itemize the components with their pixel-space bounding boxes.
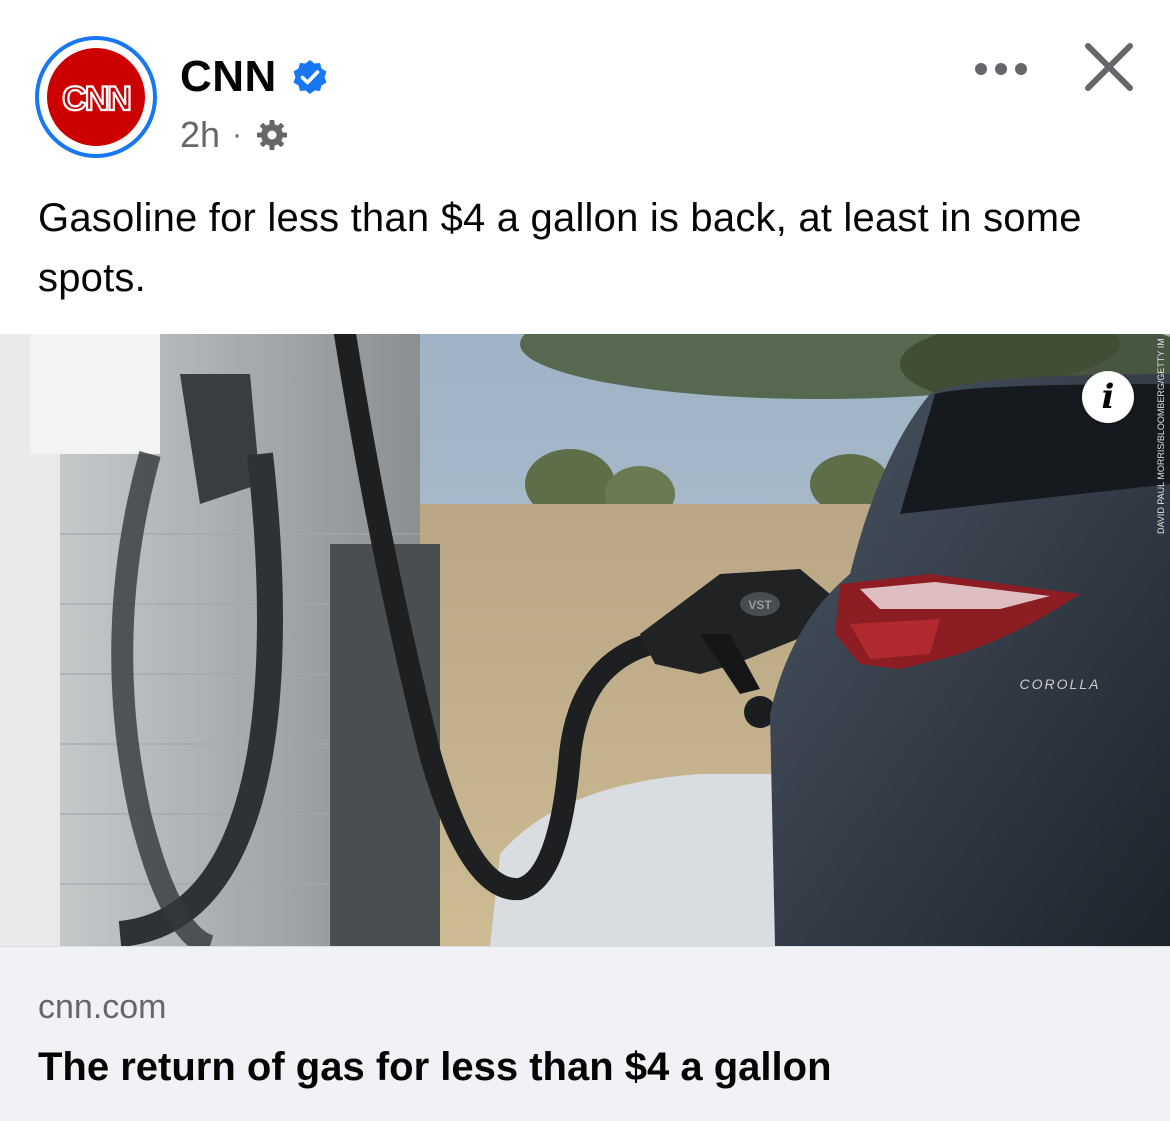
post-timestamp[interactable]: 2h xyxy=(180,114,220,156)
post-meta: 2h · xyxy=(180,112,290,158)
photo-credit: DAVID PAUL MORRIS/BLOOMBERG/GETTY IM xyxy=(1156,338,1166,534)
link-domain: cnn.com xyxy=(38,988,167,1026)
logo-text: CNN xyxy=(62,80,130,118)
cnn-logo: CNN xyxy=(47,48,145,146)
more-options-button[interactable] xyxy=(966,44,1036,94)
post-message: Gasoline for less than $4 a gallon is ba… xyxy=(38,196,1082,300)
post-header: CNN CNN 2h · xyxy=(0,0,1170,180)
link-preview[interactable]: cnn.com The return of gas for less than … xyxy=(0,946,1170,1121)
page-name[interactable]: CNN xyxy=(180,52,277,102)
post-card: CNN CNN 2h · Gasoline for less than $4 a… xyxy=(0,0,1170,1121)
link-title[interactable]: The return of gas for less than $4 a gal… xyxy=(38,1043,832,1091)
verified-badge-icon xyxy=(293,60,327,94)
car-badge: COROLLA xyxy=(1020,676,1101,692)
meta-separator: · xyxy=(232,118,243,151)
post-image[interactable]: VST COROLLA DAVID PAUL MORRIS/BLOOMBERG/… xyxy=(0,334,1170,946)
nozzle-badge: VST xyxy=(748,598,772,612)
gear-icon xyxy=(257,120,288,150)
close-icon[interactable] xyxy=(1076,34,1142,100)
more-dots-icon xyxy=(975,63,1027,75)
page-avatar[interactable]: CNN xyxy=(35,36,157,158)
info-icon[interactable]: i xyxy=(1082,371,1134,423)
